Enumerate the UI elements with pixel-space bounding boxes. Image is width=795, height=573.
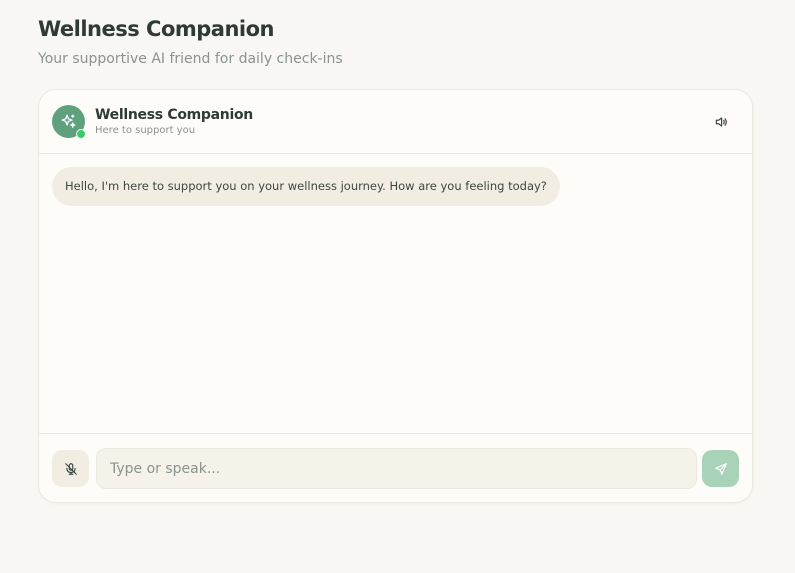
mic-toggle-button[interactable] — [52, 450, 89, 487]
page-title: Wellness Companion — [38, 17, 275, 41]
chat-card: Wellness Companion Here to support you H… — [38, 89, 753, 503]
wellness-page: Wellness Companion Your supportive AI fr… — [0, 0, 795, 573]
message-list: Hello, I'm here to support you on your w… — [39, 154, 752, 433]
speaker-toggle-button[interactable] — [708, 109, 734, 135]
avatar — [52, 105, 86, 139]
speaker-icon — [715, 117, 727, 127]
send-icon — [714, 462, 727, 475]
companion-status: Here to support you — [95, 125, 196, 136]
companion-name: Wellness Companion — [95, 107, 253, 123]
assistant-message: Hello, I'm here to support you on your w… — [52, 167, 560, 206]
message-input[interactable] — [96, 448, 697, 489]
online-status-dot — [76, 129, 86, 139]
mic-off-icon — [64, 462, 77, 475]
composer — [39, 433, 752, 502]
send-button[interactable] — [702, 450, 739, 487]
page-subtitle: Your supportive AI friend for daily chec… — [38, 51, 343, 67]
chat-header: Wellness Companion Here to support you — [39, 90, 752, 154]
sparkle-icon — [61, 114, 76, 128]
